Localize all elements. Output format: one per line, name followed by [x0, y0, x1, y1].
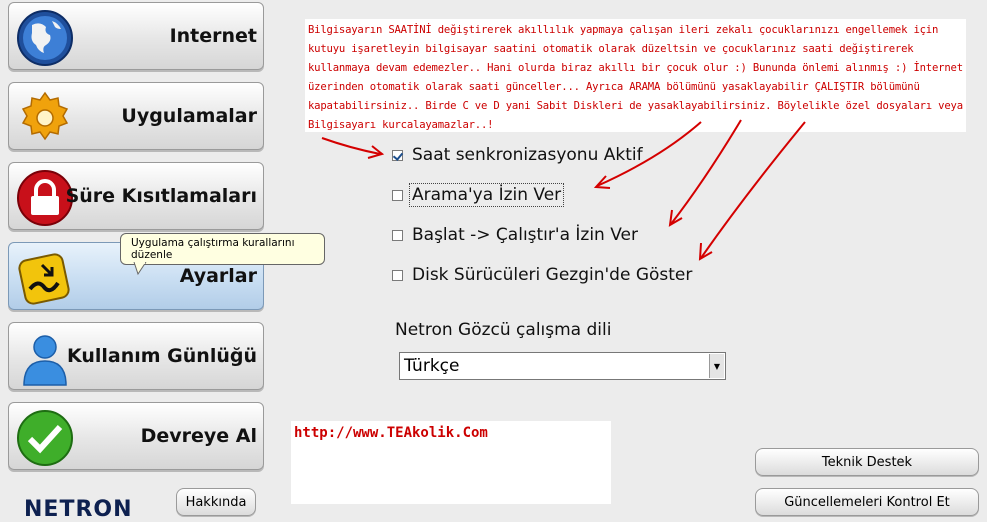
about-button-label: Hakkında	[185, 494, 247, 510]
show-drives-checkbox[interactable]	[392, 269, 403, 281]
tooltip-tail	[133, 262, 147, 276]
annotation-text: Bilgisayarın SAATİNİ değiştirerek akıllı…	[308, 24, 963, 131]
tech-support-label: Teknik Destek	[821, 454, 913, 470]
allow-search-label[interactable]: Arama'ya İzin Ver	[408, 183, 565, 207]
arrow-to-drives	[700, 121, 806, 259]
nav-time-restrictions-label: Süre Kısıtlamaları	[65, 185, 257, 207]
netron-logo: NETRON	[24, 497, 133, 522]
nav-usage-log-label: Kullanım Günlüğü	[66, 345, 257, 367]
check-updates-button[interactable]: Güncellemeleri Kontrol Et	[755, 488, 979, 516]
language-select[interactable]: Türkçe ▼	[399, 352, 726, 380]
allow-run-checkbox[interactable]	[392, 229, 403, 241]
about-button[interactable]: Hakkında	[176, 488, 256, 516]
arrow-to-time-sync	[321, 137, 381, 155]
tech-support-button[interactable]: Teknik Destek	[755, 448, 979, 476]
chevron-down-icon[interactable]: ▼	[709, 354, 724, 378]
globe-icon	[17, 10, 73, 66]
checkmark-icon	[17, 410, 73, 466]
nav-applications-label: Uygulamalar	[121, 105, 257, 127]
tooltip-text: Uygulama çalıştırma kurallarını düzenle	[131, 237, 295, 261]
option-time-sync[interactable]: Saat senkronizasyonu Aktif	[392, 142, 645, 168]
arrow-to-run	[670, 119, 742, 225]
check-updates-label: Güncellemeleri Kontrol Et	[784, 494, 950, 510]
website-link[interactable]: http://www.TEAkolik.Com	[294, 425, 488, 441]
logo-text: NETRON	[24, 497, 133, 522]
nav-internet-label: Internet	[169, 25, 257, 47]
allow-run-label[interactable]: Başlat -> Çalıştır'a İzin Ver	[410, 224, 640, 246]
nav-applications-button[interactable]: Uygulamalar	[8, 82, 264, 150]
nav-activate-button[interactable]: Devreye Al	[8, 402, 264, 470]
time-sync-label[interactable]: Saat senkronizasyonu Aktif	[410, 144, 645, 166]
nav-internet-button[interactable]: Internet	[8, 2, 264, 70]
option-allow-run[interactable]: Başlat -> Çalıştır'a İzin Ver	[392, 222, 640, 248]
time-sync-checkbox[interactable]	[392, 149, 403, 161]
language-select-value: Türkçe	[404, 356, 460, 376]
nav-activate-label: Devreye Al	[140, 425, 257, 447]
website-link-box: http://www.TEAkolik.Com	[291, 421, 611, 504]
allow-search-checkbox[interactable]	[392, 189, 403, 201]
option-show-drives[interactable]: Disk Sürücüleri Gezgin'de Göster	[392, 262, 694, 288]
option-allow-search[interactable]: Arama'ya İzin Ver	[392, 182, 565, 208]
nav-time-restrictions-button[interactable]: Süre Kısıtlamaları	[8, 162, 264, 230]
show-drives-label[interactable]: Disk Sürücüleri Gezgin'de Göster	[410, 264, 694, 286]
user-icon	[23, 335, 67, 386]
nav-usage-log-button[interactable]: Kullanım Günlüğü	[8, 322, 264, 390]
settings-tool-icon	[18, 253, 70, 305]
gear-icon	[21, 91, 69, 141]
annotation-note: Bilgisayarın SAATİNİ değiştirerek akıllı…	[305, 19, 966, 132]
tooltip: Uygulama çalıştırma kurallarını düzenle	[120, 233, 325, 265]
language-label: Netron Gözcü çalışma dili	[395, 320, 612, 340]
